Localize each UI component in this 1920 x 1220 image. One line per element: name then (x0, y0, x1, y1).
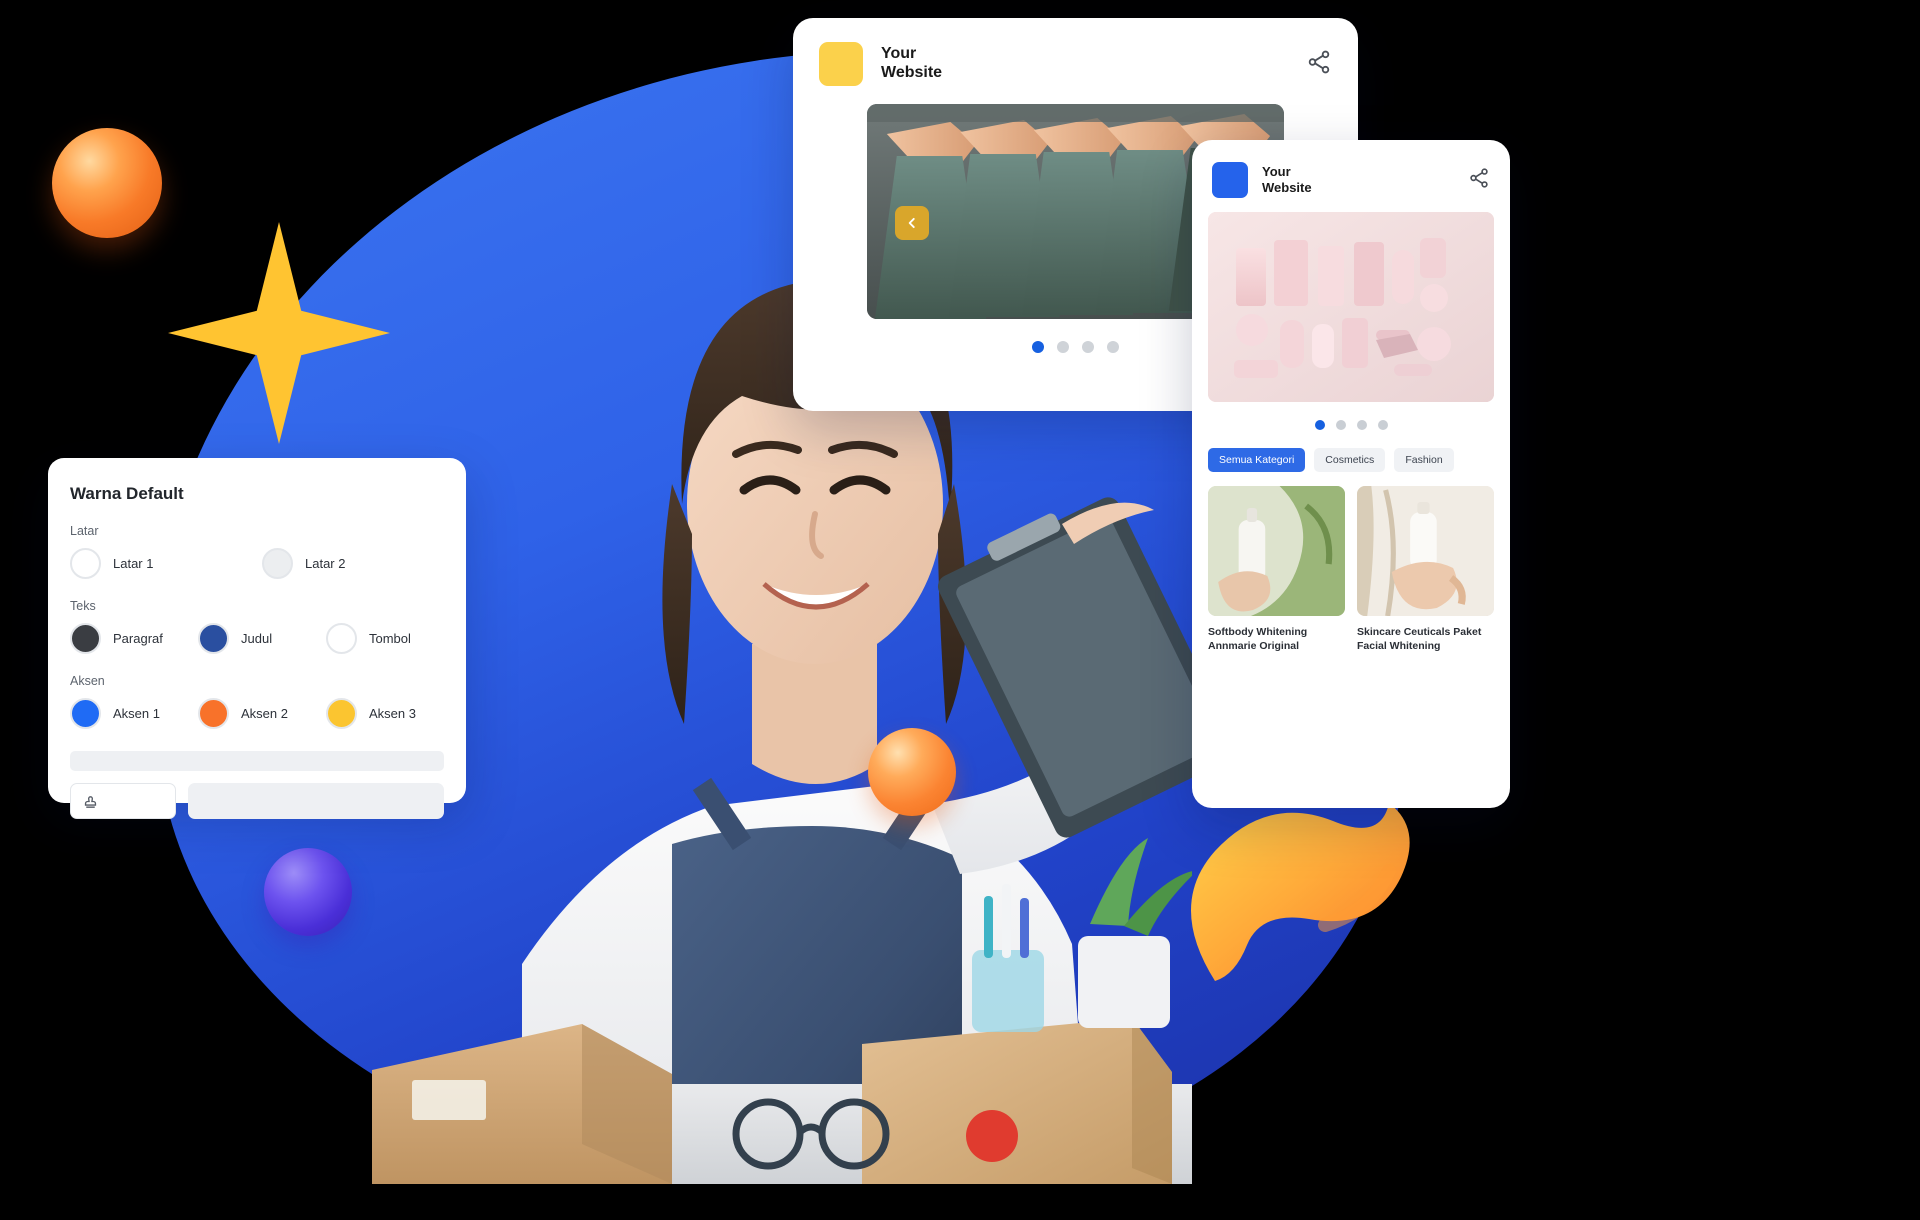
preview-bar-secondary (188, 783, 444, 819)
card2-hero-image (1208, 212, 1494, 402)
card2-title: Your Website (1262, 164, 1312, 195)
carousel-dot-2[interactable] (1335, 420, 1346, 430)
card2-logo (1212, 162, 1248, 198)
stamp-input-box[interactable] (70, 783, 176, 819)
yellow-swoosh-decoration (1175, 785, 1435, 985)
swatch-aksen-2[interactable] (198, 698, 229, 729)
option-label: Judul (241, 631, 273, 646)
product-title: Skincare Ceuticals Paket Facial Whitenin… (1357, 626, 1482, 653)
option-label: Paragraf (113, 631, 163, 646)
card1-header: Your Website (793, 18, 1358, 86)
option-label: Aksen 2 (241, 706, 288, 721)
option-label: Aksen 1 (113, 706, 160, 721)
card1-title-line1: Your (881, 45, 917, 63)
option-label: Latar 2 (305, 556, 346, 571)
product-card[interactable]: Skincare Ceuticals Paket Facial Whitenin… (1357, 486, 1494, 653)
option-paragraf[interactable]: Paragraf (70, 623, 198, 654)
card2-title-line1: Your (1262, 164, 1291, 180)
carousel-dot-2[interactable] (1057, 341, 1069, 353)
chip-cosmetics[interactable]: Cosmetics (1314, 448, 1386, 472)
product-grid: Softbody Whitening Annmarie Original Ski… (1192, 472, 1510, 653)
default-color-panel[interactable]: Warna Default Latar Latar 1 Latar 2 Teks… (48, 458, 466, 819)
card1-title: Your Website (881, 45, 942, 83)
card2-header: Your Website (1192, 140, 1510, 198)
orange-sphere-decoration-small (868, 728, 956, 816)
bottom-edge-mask (0, 1190, 1920, 1212)
option-label: Aksen 3 (369, 706, 416, 721)
carousel-dot-3[interactable] (1356, 420, 1367, 430)
product-image (1208, 486, 1345, 616)
swatch-paragraf[interactable] (70, 623, 101, 654)
teks-options-row: Paragraf Judul Tombol (48, 613, 466, 654)
swatch-aksen-3[interactable] (326, 698, 357, 729)
card2-carousel-dots[interactable] (1192, 420, 1510, 430)
group-label-latar: Latar (70, 524, 99, 538)
share-icon[interactable] (1306, 49, 1332, 80)
option-latar-1[interactable]: Latar 1 (70, 548, 262, 579)
preview-bar (70, 751, 444, 771)
orange-sphere-decoration (52, 128, 162, 238)
group-label-teks: Teks (70, 599, 96, 613)
swatch-tombol[interactable] (326, 623, 357, 654)
swatch-aksen-1[interactable] (70, 698, 101, 729)
carousel-dot-3[interactable] (1082, 341, 1094, 353)
card1-title-line2: Website (881, 64, 943, 81)
option-judul[interactable]: Judul (198, 623, 326, 654)
share-icon[interactable] (1468, 167, 1490, 194)
chip-semua-kategori[interactable]: Semua Kategori (1208, 448, 1306, 472)
option-aksen-2[interactable]: Aksen 2 (198, 698, 326, 729)
product-title: Softbody Whitening Annmarie Original (1208, 626, 1308, 653)
carousel-dot-1[interactable] (1314, 420, 1325, 430)
group-label-aksen: Aksen (70, 674, 105, 688)
swatch-latar-2[interactable] (262, 548, 293, 579)
carousel-dot-4[interactable] (1107, 341, 1119, 353)
product-card[interactable]: Softbody Whitening Annmarie Original (1208, 486, 1345, 653)
purple-sphere-decoration (264, 848, 352, 936)
stamp-icon (84, 795, 97, 808)
card2-title-line2: Website (1262, 180, 1312, 195)
carousel-dot-1[interactable] (1032, 341, 1044, 353)
option-tombol[interactable]: Tombol (326, 623, 411, 654)
panel-title: Warna Default (70, 484, 184, 503)
option-label: Latar 1 (113, 556, 154, 571)
card1-logo (819, 42, 863, 86)
carousel-dot-4[interactable] (1377, 420, 1388, 430)
option-latar-2[interactable]: Latar 2 (262, 548, 345, 579)
carousel-prev-button[interactable] (895, 206, 929, 240)
option-aksen-1[interactable]: Aksen 1 (70, 698, 198, 729)
aksen-options-row: Aksen 1 Aksen 2 Aksen 3 (48, 688, 466, 729)
swatch-judul[interactable] (198, 623, 229, 654)
website-preview-card-2[interactable]: Your Website Semua Kategori Cosmetics Fa… (1192, 140, 1510, 808)
latar-options-row: Latar 1 Latar 2 (48, 538, 466, 579)
option-aksen-3[interactable]: Aksen 3 (326, 698, 416, 729)
composition-stage: Your Website Your Website Semua Kategori… (0, 0, 1920, 1220)
option-label: Tombol (369, 631, 411, 646)
panel-bottom-row (70, 783, 444, 819)
swatch-latar-1[interactable] (70, 548, 101, 579)
category-filter-chips[interactable]: Semua Kategori Cosmetics Fashion (1192, 430, 1510, 472)
product-image (1357, 486, 1494, 616)
chip-fashion[interactable]: Fashion (1394, 448, 1454, 472)
